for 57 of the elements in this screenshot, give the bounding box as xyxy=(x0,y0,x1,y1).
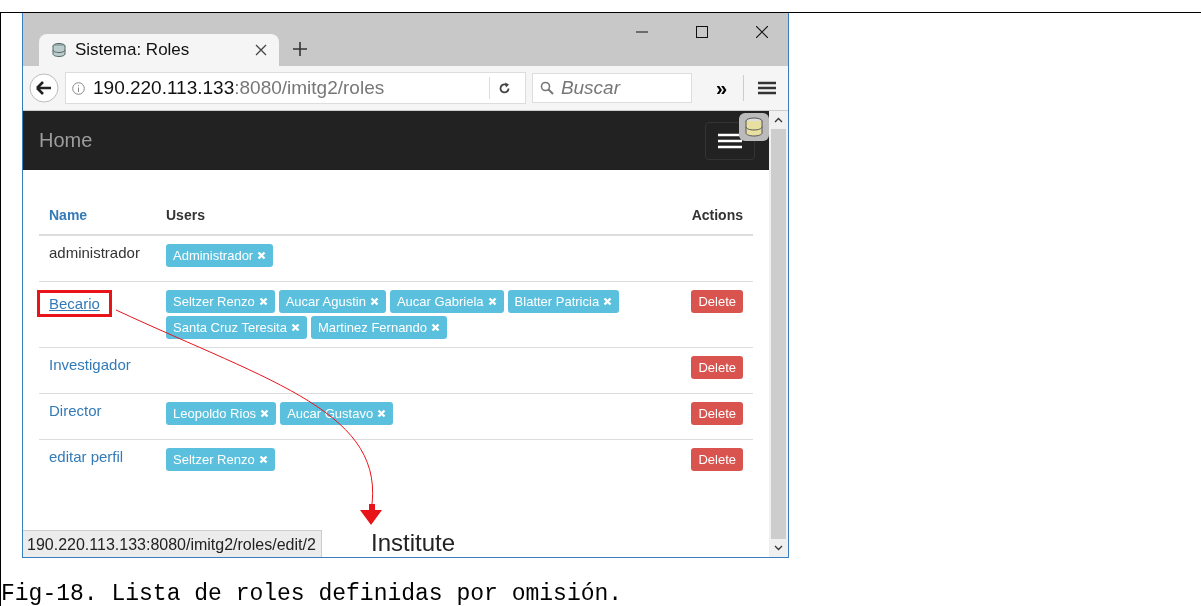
user-name: Martinez Fernando xyxy=(317,320,428,335)
delete-button[interactable]: Delete xyxy=(691,356,743,379)
tab-title: Sistema: Roles xyxy=(75,40,191,60)
remove-icon[interactable] xyxy=(431,323,441,332)
page-text: Institute xyxy=(371,529,457,557)
user-name: Administrador xyxy=(173,248,254,263)
new-tab-icon[interactable] xyxy=(293,42,307,56)
figure-caption: Fig-18. Lista de roles definidas por omisión. xyxy=(1,582,624,606)
scroll-up-icon[interactable] xyxy=(774,117,783,123)
remove-icon[interactable] xyxy=(260,409,270,418)
remove-icon[interactable] xyxy=(290,323,300,332)
database-icon[interactable] xyxy=(739,113,769,141)
role-name: administrador xyxy=(49,244,140,261)
scrollbar[interactable] xyxy=(769,111,788,557)
user-name: Leopoldo Rios xyxy=(173,406,257,421)
search-icon xyxy=(539,81,554,95)
role-link[interactable]: Becario xyxy=(49,295,100,312)
role-link[interactable]: editar perfil xyxy=(49,448,124,465)
browser-tab[interactable]: Sistema: Roles xyxy=(39,34,279,66)
url-text: 190.220.113.133:8080/imitg2/roles xyxy=(93,77,386,99)
info-icon xyxy=(72,81,85,95)
navbar-brand[interactable]: Home xyxy=(39,129,705,152)
menu-icon[interactable] xyxy=(758,81,776,95)
remove-icon[interactable] xyxy=(258,455,268,464)
scroll-down-icon[interactable] xyxy=(774,545,783,551)
delete-button[interactable]: Delete xyxy=(691,402,743,425)
remove-icon[interactable] xyxy=(258,297,268,306)
back-icon[interactable] xyxy=(29,73,59,103)
remove-icon[interactable] xyxy=(377,409,387,418)
database-icon xyxy=(51,42,67,58)
user-name: Santa Cruz Teresita xyxy=(173,320,287,335)
role-link[interactable]: Director xyxy=(49,402,102,419)
remove-icon[interactable] xyxy=(369,297,379,306)
user-name: Aucar Gabriela xyxy=(396,294,484,309)
remove-icon[interactable] xyxy=(487,297,497,306)
remove-icon[interactable] xyxy=(603,297,613,306)
user-name: Seltzer Renzo xyxy=(173,452,255,467)
user-name: Blatter Patricia xyxy=(514,294,600,309)
close-icon[interactable] xyxy=(756,26,768,38)
delete-button[interactable]: Delete xyxy=(691,290,743,313)
user-name: Aucar Agustin xyxy=(285,294,366,309)
user-name: Seltzer Renzo xyxy=(173,294,255,309)
menu-icon xyxy=(718,132,742,149)
overflow-button[interactable]: » xyxy=(705,76,737,100)
maximize-icon[interactable] xyxy=(696,26,708,38)
column-header[interactable]: Name xyxy=(49,207,88,223)
reload-icon[interactable] xyxy=(497,81,511,95)
delete-button[interactable]: Delete xyxy=(691,448,743,471)
close-icon[interactable] xyxy=(255,44,267,56)
user-name: Aucar Gustavo xyxy=(287,406,374,421)
column-header: Actions xyxy=(691,207,743,223)
remove-icon[interactable] xyxy=(257,251,267,260)
search-field[interactable]: Buscar xyxy=(531,73,692,103)
column-header: Users xyxy=(166,207,205,223)
role-link[interactable]: Investigador xyxy=(49,356,131,373)
address-field[interactable]: 190.220.113.133:8080/imitg2/roles xyxy=(65,72,526,104)
status-url: 190.220.113.133:8080/imitg2/roles/edit/2 xyxy=(23,530,322,557)
